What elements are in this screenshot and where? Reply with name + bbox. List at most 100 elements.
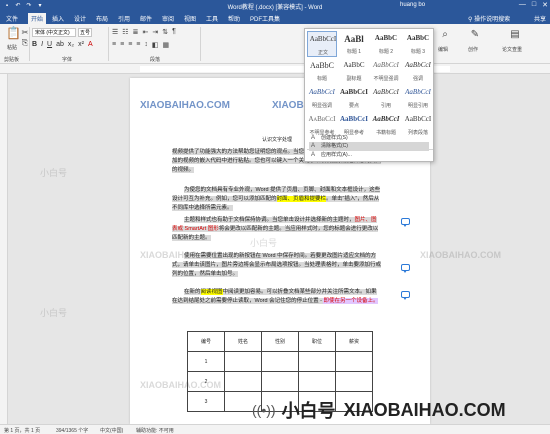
vertical-ruler[interactable]	[0, 74, 8, 424]
paragraph-4[interactable]: 使用在需要位置出现的新按钮在 Word 中保存时间。若要更改图片适应文档的方式，…	[172, 252, 382, 279]
tell-me-search[interactable]: ⚲ 操作说明搜索	[468, 14, 510, 23]
style-subtitle[interactable]: AaBbC 副标题	[339, 58, 369, 84]
style-intense-quote[interactable]: AaBbCcI 明显引用	[403, 85, 433, 111]
clear-formatting-item[interactable]: A 清除格式(C)	[309, 142, 429, 151]
superscript-icon[interactable]: x²	[78, 41, 84, 48]
table-cell[interactable]	[335, 371, 373, 392]
show-marks-icon[interactable]: ¶	[172, 28, 176, 36]
style-sample: AaBbCcI	[405, 88, 431, 96]
style-title[interactable]: AaBbC 标题	[307, 58, 337, 84]
close-button[interactable]: ✕	[542, 1, 548, 9]
word-count[interactable]: 394/1365 个字	[56, 427, 88, 434]
style-emphasis[interactable]: AaBbCcI 强调	[403, 58, 433, 84]
table-cell[interactable]: 1	[187, 351, 225, 372]
table-cell[interactable]	[261, 351, 299, 372]
tab-help[interactable]: 帮助	[228, 14, 240, 23]
style-heading-1[interactable]: AaBl 标题 1	[339, 31, 369, 57]
tab-pdf-tools[interactable]: PDF工具集	[250, 14, 280, 23]
table-header[interactable]: 性别	[261, 331, 299, 352]
decrease-indent-icon[interactable]: ⇤	[142, 28, 148, 36]
comment-bubble-icon[interactable]	[401, 291, 410, 300]
style-heading-2[interactable]: AaBbC 标题 2	[371, 31, 401, 57]
align-left-icon[interactable]: ≡	[112, 41, 116, 49]
sort-icon[interactable]: ⇅	[162, 28, 168, 36]
align-right-icon[interactable]: ≡	[128, 41, 132, 49]
minimize-button[interactable]: —	[519, 1, 526, 9]
table-cell[interactable]	[335, 351, 373, 372]
table-cell[interactable]	[298, 351, 336, 372]
align-center-icon[interactable]: ≡	[120, 41, 124, 49]
table-header[interactable]: 职位	[298, 331, 336, 352]
style-strong[interactable]: AaBbCcI 要点	[339, 85, 369, 111]
table-cell[interactable]	[224, 351, 262, 372]
table-header[interactable]: 编号	[187, 331, 225, 352]
borders-icon[interactable]: ▦	[163, 41, 170, 49]
tab-mailings[interactable]: 邮件	[140, 14, 152, 23]
style-sample: AaBbC	[343, 61, 365, 69]
tab-design[interactable]: 设计	[74, 14, 86, 23]
style-subtle-emphasis[interactable]: AaBbCcI 不明显强调	[371, 58, 401, 84]
maximize-button[interactable]: □	[532, 1, 536, 9]
paste-label[interactable]: 粘贴	[7, 44, 17, 51]
justify-icon[interactable]: ≡	[136, 41, 140, 49]
tab-review[interactable]: 审阅	[162, 14, 174, 23]
style-intense-emphasis[interactable]: AaBbCcI 明显强调	[307, 85, 337, 111]
horizontal-ruler[interactable]	[0, 64, 550, 74]
style-normal[interactable]: AaBbCcI 正文	[307, 31, 337, 57]
table-cell[interactable]: 2	[187, 371, 225, 392]
paragraph-3-text-a: 主题和样式也有助于文档保持协调。当您单击设计并选择新的主题时，	[184, 217, 355, 223]
line-spacing-icon[interactable]: ↕	[144, 41, 148, 49]
paste-icon[interactable]: 📋	[6, 27, 21, 42]
underline-button[interactable]: U	[47, 41, 52, 48]
find-icon[interactable]: ⌕	[440, 30, 450, 40]
ai-create-label[interactable]: 创作	[468, 46, 478, 53]
style-heading-3[interactable]: AaBbC 标题 3	[403, 31, 433, 57]
apply-styles-item[interactable]: A 应用样式(A)...	[309, 151, 429, 160]
tab-insert[interactable]: 插入	[52, 14, 64, 23]
style-name: 明显引用	[407, 103, 428, 109]
tab-file[interactable]: 文件	[6, 14, 18, 23]
clipboard-group-label: 剪贴板	[4, 57, 20, 63]
tab-view[interactable]: 视图	[184, 14, 196, 23]
table-cell[interactable]	[298, 371, 336, 392]
edit-label[interactable]: 编辑	[438, 46, 448, 53]
comment-bubble-icon[interactable]	[401, 264, 410, 273]
italic-button[interactable]: I	[41, 41, 43, 48]
paragraph-2[interactable]: 为使您的文档具有专业外观，Word 提供了页眉、页脚、封面和文本框设计，这些设计…	[172, 186, 382, 213]
share-button[interactable]: 共享	[534, 14, 546, 23]
bullets-icon[interactable]: ☰	[112, 28, 118, 36]
bold-button[interactable]: B	[32, 41, 37, 48]
shading-icon[interactable]: ◧	[152, 41, 159, 49]
style-quote[interactable]: AaBbCcI 引用	[371, 85, 401, 111]
numbering-icon[interactable]: ☷	[122, 28, 128, 36]
table-cell[interactable]	[261, 371, 299, 392]
tab-home[interactable]: 开始	[28, 13, 47, 24]
tab-layout[interactable]: 布局	[96, 14, 108, 23]
table-header[interactable]: 薪资	[335, 331, 373, 352]
increase-indent-icon[interactable]: ⇥	[152, 28, 158, 36]
strikethrough-icon[interactable]: ab	[56, 41, 64, 48]
user-name[interactable]: huang bo	[400, 2, 425, 8]
font-color-icon[interactable]: A	[88, 41, 93, 48]
tab-tools[interactable]: 工具	[206, 14, 218, 23]
plagiarism-check-label[interactable]: 论文查重	[502, 46, 522, 53]
language-indicator[interactable]: 中文(中国)	[100, 427, 123, 434]
page-count[interactable]: 第 1 页，共 1 页	[4, 427, 40, 434]
plagiarism-check-icon[interactable]: ▤	[510, 30, 520, 40]
paragraph-3[interactable]: 主题和样式也有助于文档保持协调。当您单击设计并选择新的主题时，图片、图表或 Sm…	[172, 216, 382, 243]
style-name: 正文	[317, 50, 328, 56]
table-header[interactable]: 姓名	[224, 331, 262, 352]
multilevel-list-icon[interactable]: ≣	[133, 28, 139, 36]
table-cell[interactable]: 3	[187, 391, 225, 412]
comment-bubble-icon[interactable]	[401, 218, 410, 227]
tab-references[interactable]: 引用	[118, 14, 130, 23]
table-cell[interactable]	[224, 371, 262, 392]
font-name-select[interactable]: 宋体 (中文正文)	[32, 28, 76, 37]
subscript-icon[interactable]: x₂	[68, 41, 74, 48]
accessibility-indicator[interactable]: 辅助功能: 不可用	[136, 427, 174, 434]
ai-create-icon[interactable]: ✎	[470, 30, 480, 40]
style-sample: AaBbCcI	[373, 88, 399, 96]
font-size-select[interactable]: 五号	[78, 28, 92, 37]
paragraph-5[interactable]: 在新的阅读视图中阅读更加容易。可以折叠文档某些部分并关注所需文本。如果在达到结尾…	[172, 288, 382, 306]
style-name: 标题 2	[378, 49, 394, 55]
